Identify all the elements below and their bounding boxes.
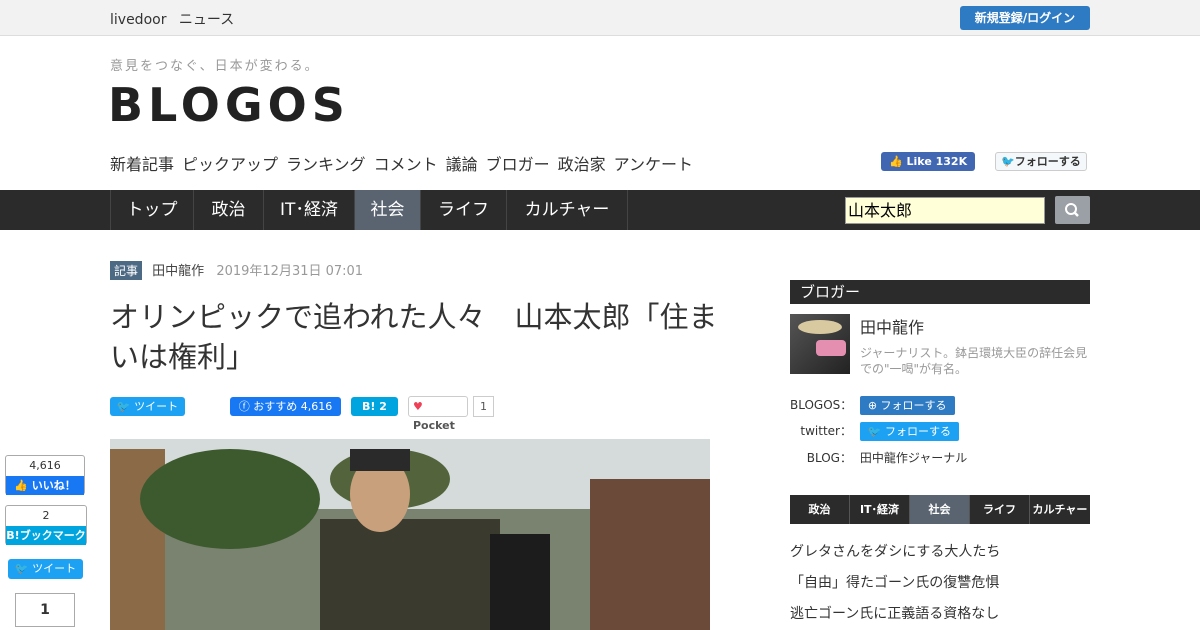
blog-link-row: BLOG： 田中龍作ジャーナル — [790, 449, 967, 466]
share-twitter-button[interactable]: 🐦 ツイート — [110, 397, 185, 416]
article-photo — [110, 439, 710, 630]
search-button[interactable] — [1055, 196, 1090, 224]
news-item[interactable]: グレタさんをダシにする大人たち — [790, 541, 1000, 561]
subnav-new[interactable]: 新着記事 — [110, 155, 174, 174]
share-facebook-button[interactable]: ⓕ おすすめ 4,616 — [230, 397, 341, 416]
twitter-bird-icon: 🐦 — [14, 562, 33, 575]
blog-link[interactable]: 田中龍作ジャーナル — [860, 451, 967, 465]
twitter-label: twitter： — [800, 424, 852, 438]
thumbs-up-icon: 👍 — [14, 479, 32, 492]
article-tag[interactable]: 記事 — [110, 261, 143, 280]
nav-it-economy[interactable]: IT･経済 — [264, 190, 355, 230]
blogos-label: BLOGOS： — [790, 398, 853, 412]
twitter-follow-row: twitter： 🐦 フォローする — [790, 422, 960, 441]
sidebar-blogger-heading: ブロガー — [790, 280, 1090, 304]
facebook-icon: ⓕ — [238, 400, 254, 413]
tagline: 意見をつなぐ、日本が変わる。 — [110, 59, 320, 74]
pocket-count: 1 — [473, 396, 494, 417]
search-icon — [1065, 203, 1079, 217]
twitter-bird-icon: 🐦 — [867, 425, 886, 438]
facebook-like-count: 4,616 — [29, 459, 61, 472]
share-hatena-button[interactable]: B! 2 — [351, 397, 398, 416]
brand-news[interactable]: ニュース — [179, 12, 234, 28]
nav-top[interactable]: トップ — [110, 190, 194, 230]
register-login-button[interactable]: 新規登録/ログイン — [960, 6, 1090, 30]
sub-navigation: 新着記事 ピックアップ ランキング コメント 議論 ブロガー 政治家 アンケート — [110, 151, 701, 175]
cat-tab-it-economy[interactable]: IT･経済 — [850, 495, 910, 524]
thumbs-up-icon: 👍 — [889, 155, 907, 168]
subnav-comment[interactable]: コメント — [374, 155, 438, 174]
nav-society[interactable]: 社会 — [355, 190, 421, 230]
top-bar: livedoor ニュース 新規登録/ログイン — [0, 0, 1200, 36]
blog-label: BLOG： — [806, 451, 852, 465]
blogger-description: ジャーナリスト。鉢呂環境大臣の辞任会見での"一喝"が有名。 — [860, 346, 1088, 376]
hatena-count: 2 — [42, 509, 50, 522]
nav-politics[interactable]: 政治 — [194, 190, 264, 230]
hatena-icon: B! — [6, 529, 20, 542]
subnav-ranking[interactable]: ランキング — [286, 155, 366, 174]
article-meta: 記事 田中龍作 2019年12月31日 07:01 — [110, 260, 363, 280]
floating-tweet-button[interactable]: 🐦 ツイート — [8, 559, 83, 579]
nav-life[interactable]: ライフ — [421, 190, 507, 230]
article-author[interactable]: 田中龍作 — [152, 264, 204, 279]
twitter-bird-icon: 🐦 — [1001, 155, 1015, 168]
hatena-icon: B! — [362, 400, 380, 413]
blogos-logo[interactable]: BLOGOS — [108, 78, 350, 132]
twitter-bird-icon: 🐦 — [116, 400, 135, 413]
floating-pocket-count[interactable]: 1 — [15, 593, 75, 627]
article-date: 2019年12月31日 07:01 — [216, 264, 364, 279]
search-input[interactable]: 山本太郎 — [845, 197, 1045, 224]
subnav-debate[interactable]: 議論 — [446, 155, 478, 174]
blogos-follow-button[interactable]: ⊕ フォローする — [859, 396, 955, 415]
sidebar-twitter-follow-button[interactable]: 🐦 フォローする — [859, 422, 960, 441]
twitter-follow-button[interactable]: 🐦フォローする — [995, 152, 1087, 171]
cat-tab-life[interactable]: ライフ — [970, 495, 1030, 524]
floating-facebook-like[interactable]: 4,616 👍 いいね！ — [5, 455, 85, 495]
article-title: オリンピックで追われた人々 山本太郎「住まいは権利」 — [110, 300, 718, 374]
pocket-button[interactable]: ♥ Pocket — [408, 396, 468, 432]
facebook-like-button[interactable]: 👍 Like 132K — [881, 152, 976, 171]
floating-share-bar: 4,616 👍 いいね！ 2 B!ブックマーク 🐦 ツイート 1 — [5, 455, 87, 627]
subnav-politician[interactable]: 政治家 — [558, 155, 606, 174]
nav-culture[interactable]: カルチャー — [507, 190, 628, 230]
site-brand[interactable]: livedoor ニュース — [110, 9, 242, 29]
blogger-avatar[interactable] — [790, 314, 850, 374]
cat-tab-politics[interactable]: 政治 — [790, 495, 850, 524]
category-tabs: 政治 IT･経済 社会 ライフ カルチャー — [790, 495, 1090, 524]
cat-tab-culture[interactable]: カルチャー — [1030, 495, 1090, 524]
news-item[interactable]: 逃亡ゴーン氏に正義語る資格なし — [790, 603, 999, 623]
subnav-blogger[interactable]: ブロガー — [486, 155, 550, 174]
blogger-name[interactable]: 田中龍作 — [860, 314, 924, 338]
pocket-icon: ♥ — [413, 400, 423, 413]
news-item[interactable]: 「自由」得たゴーン氏の復讐危惧 — [790, 572, 999, 592]
brand-livedoor[interactable]: livedoor — [110, 12, 166, 28]
cat-tab-society[interactable]: 社会 — [910, 495, 970, 524]
subnav-survey[interactable]: アンケート — [614, 155, 693, 174]
floating-hatena-bookmark[interactable]: 2 B!ブックマーク — [5, 505, 87, 545]
plus-icon: ⊕ — [867, 399, 881, 412]
blogos-follow-row: BLOGOS： ⊕ フォローする — [790, 396, 955, 415]
subnav-pickup[interactable]: ピックアップ — [182, 155, 278, 174]
